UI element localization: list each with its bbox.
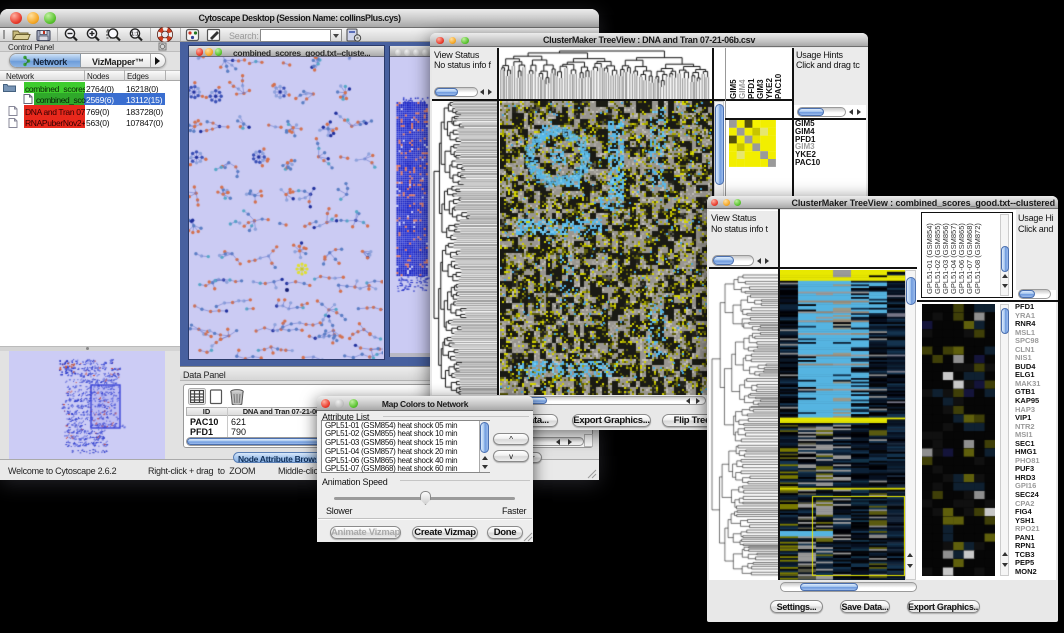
svg-text:1:1: 1:1 [131,31,139,37]
